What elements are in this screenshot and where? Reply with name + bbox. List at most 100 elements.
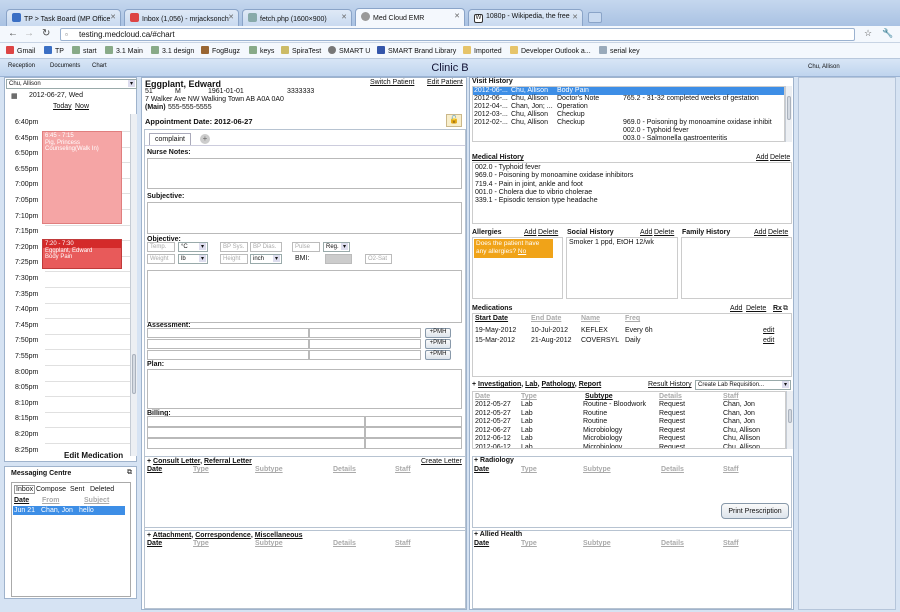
col-details[interactable]: Details — [659, 393, 682, 400]
medical-history-item[interactable]: 339.1 - Episodic tension type headache — [475, 197, 598, 204]
col-staff[interactable]: Staff — [723, 540, 739, 547]
switch-patient-link[interactable]: Switch Patient — [370, 79, 414, 86]
billing-fee-input[interactable] — [365, 427, 462, 438]
bookmark-imported[interactable]: Imported — [463, 46, 502, 55]
scroll-thumb[interactable] — [788, 409, 792, 423]
investigation-scrollbar[interactable] — [786, 391, 793, 449]
pathology-link[interactable]: Pathology — [541, 381, 574, 388]
med-edit[interactable]: edit — [763, 327, 774, 334]
report-link[interactable]: Report — [579, 381, 602, 388]
bookmark-smart-brand[interactable]: SMART Brand Library — [377, 46, 456, 55]
visit-scrollbar[interactable] — [785, 86, 792, 142]
scroll-thumb[interactable] — [132, 354, 136, 394]
lab-link[interactable]: Lab — [525, 381, 537, 388]
calendar-scrollbar[interactable] — [130, 114, 137, 456]
scroll-thumb[interactable] — [787, 96, 791, 120]
medical-history-add[interactable]: Add — [756, 154, 768, 161]
col-date[interactable]: Date — [474, 466, 489, 473]
bookmark-tp[interactable]: TP — [44, 46, 64, 55]
assessment-input[interactable] — [147, 339, 309, 349]
medications-delete[interactable]: Delete — [746, 305, 766, 312]
create-lab-requisition-select[interactable]: Create Lab Requisition... — [695, 380, 791, 390]
col-subtype[interactable]: Subtype — [585, 393, 613, 400]
forward-icon[interactable]: → — [24, 28, 34, 39]
col-from[interactable]: From — [42, 497, 60, 504]
col-subject[interactable]: Subject — [84, 497, 109, 504]
investigation-row[interactable]: 2012-05-27 Lab Routine - Bloodwork Request C… — [473, 401, 785, 409]
appointment-block-selected[interactable]: 7:20 - 7:30 Eggplant, Edward Body Pain — [42, 239, 122, 269]
plan-input[interactable] — [147, 369, 462, 409]
time-slot-line[interactable] — [45, 333, 130, 335]
bookmark-dev-outlook[interactable]: Developer Outlook a... — [510, 46, 591, 55]
referral-letter-link[interactable]: Referral Letter — [204, 458, 252, 465]
visit-row[interactable]: 2012-06-... Chu, Allison Doctor's Note 765.… — [473, 95, 784, 103]
add-pmh-button[interactable]: +PMH — [425, 350, 451, 360]
edit-patient-link[interactable]: Edit Patient — [427, 79, 463, 86]
wrench-icon[interactable]: 🔧 — [882, 28, 893, 39]
bp-sys-input[interactable]: BP Sys. — [220, 242, 248, 252]
popout-icon[interactable]: ⧉ — [127, 469, 132, 477]
close-tab-icon[interactable]: ✕ — [228, 13, 234, 21]
weight-input[interactable]: Weight — [147, 254, 175, 264]
time-slot-line[interactable] — [45, 287, 130, 288]
allied-health-header[interactable]: + Allied Health — [474, 531, 522, 538]
investigation-row[interactable]: 2012-06-12 Lab Microbiology Request Chu, All… — [473, 435, 785, 443]
allergies-add[interactable]: Add — [524, 229, 536, 236]
consult-letter-link[interactable]: Consult Letter — [153, 458, 200, 465]
time-slot-line[interactable] — [45, 411, 130, 413]
bookmark-serial-key[interactable]: serial key — [599, 46, 640, 55]
billing-code-input[interactable] — [147, 416, 365, 427]
col-details[interactable]: Details — [661, 466, 684, 473]
close-tab-icon[interactable]: ✕ — [110, 13, 116, 21]
add-pmh-button[interactable]: +PMH — [425, 328, 451, 338]
browser-tab[interactable]: W 1080p - Wikipedia, the free ✕ — [468, 9, 583, 26]
temp-unit-select[interactable]: °C — [178, 242, 208, 252]
time-slot-line[interactable] — [45, 349, 130, 351]
browser-tab[interactable]: TP > Task Board (MP Office ✕ — [6, 9, 121, 26]
time-slot-line[interactable] — [45, 396, 130, 398]
col-end-date[interactable]: End Date — [531, 315, 561, 322]
col-type[interactable]: Type — [521, 393, 537, 400]
nav-chart[interactable]: Chart — [92, 63, 107, 69]
miscellaneous-link[interactable]: Miscellaneous — [255, 532, 303, 539]
medications-add[interactable]: Add — [730, 305, 742, 312]
billing-code-input[interactable] — [147, 427, 365, 438]
calendar-icon[interactable]: ▦ — [11, 92, 18, 100]
nav-documents[interactable]: Documents — [50, 63, 80, 69]
time-slot-line[interactable] — [45, 224, 130, 226]
now-link[interactable]: Now — [75, 103, 89, 110]
print-prescription-button[interactable]: Print Prescription — [721, 503, 789, 519]
bookmark-keys[interactable]: keys — [249, 46, 274, 55]
col-staff[interactable]: Staff — [723, 393, 739, 400]
col-subtype[interactable]: Subtype — [255, 540, 283, 547]
billing-fee-input[interactable] — [365, 438, 462, 449]
time-slot-line[interactable] — [45, 302, 130, 304]
col-staff[interactable]: Staff — [395, 540, 411, 547]
bookmark-spiratest[interactable]: SpiraTest — [281, 46, 321, 55]
message-row[interactable]: Jun 21 Chan, Jon hello — [13, 506, 125, 515]
col-date[interactable]: Date — [474, 540, 489, 547]
investigation-row[interactable]: 2012-05-27 Lab Routine Request Chan, Jon — [473, 418, 785, 426]
col-type[interactable]: Type — [521, 466, 537, 473]
visit-row[interactable]: 2012-03-... Chu, Allison Checkup — [473, 111, 784, 119]
diagnosis-input[interactable] — [309, 350, 421, 360]
col-subtype[interactable]: Subtype — [255, 466, 283, 473]
o2-sat-input[interactable]: O2-Sat — [365, 254, 392, 264]
radiology-header[interactable]: + Radiology — [474, 457, 514, 464]
appointment-block[interactable]: 6:45 - 7:15 Pig, Princess Counseling(Wal… — [42, 131, 122, 224]
investigation-row[interactable]: 2012-05-27 Lab Routine Request Chan, Jon — [473, 410, 785, 418]
rx-link[interactable]: Rx — [773, 305, 782, 312]
temp-input[interactable]: Temp. — [147, 242, 175, 252]
bp-dias-input[interactable]: BP Dias. — [250, 242, 282, 252]
col-date[interactable]: Date — [147, 540, 162, 547]
subjective-input[interactable] — [147, 202, 462, 234]
new-tab-button[interactable] — [588, 12, 602, 23]
reload-icon[interactable]: ↻ — [42, 28, 50, 39]
social-delete[interactable]: Delete — [654, 229, 674, 236]
col-details[interactable]: Details — [333, 466, 356, 473]
medical-history-delete[interactable]: Delete — [770, 154, 790, 161]
col-type[interactable]: Type — [193, 540, 209, 547]
social-add[interactable]: Add — [640, 229, 652, 236]
investigation-row[interactable]: 2012-06-27 Lab Microbiology Request Chu, All… — [473, 427, 785, 435]
tab-compose[interactable]: Compose — [36, 486, 66, 493]
